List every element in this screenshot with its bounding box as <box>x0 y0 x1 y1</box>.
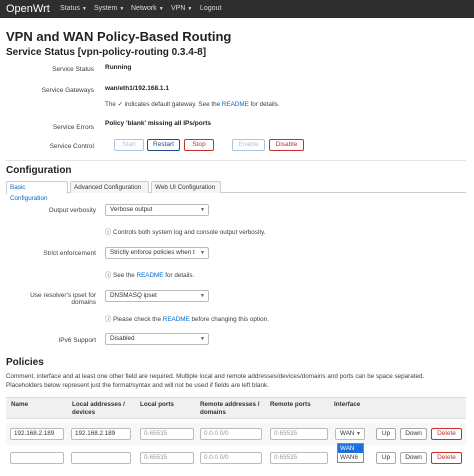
service-control-label: Service Control <box>49 143 94 150</box>
col-local-addresses: Local addresses / devices <box>72 401 125 416</box>
service-status-heading: Service Status [vpn-policy-routing 0.3.4… <box>6 47 207 58</box>
tab-web-ui-configuration[interactable]: Web UI Configuration <box>151 181 221 193</box>
strict-enforcement-label: Strict enforcement <box>43 250 96 257</box>
policy-name-input[interactable] <box>10 452 64 464</box>
chevron-down-icon: ▼ <box>200 293 205 299</box>
col-local-ports: Local ports <box>140 401 174 408</box>
col-interface: Interface <box>334 401 361 408</box>
remote-ports-input[interactable]: 0-65535 <box>270 452 328 464</box>
enable-button[interactable]: Enable <box>232 139 265 151</box>
local-ports-input[interactable]: 0-65535 <box>140 428 194 440</box>
start-button[interactable]: Start <box>114 139 144 151</box>
config-tabs: Basic Configuration Advanced Configurati… <box>6 181 466 202</box>
service-gateways-value: wan/eth1/192.168.1.1 <box>105 85 169 92</box>
gateways-note: The ✓ indicates default gateway. See the… <box>105 101 280 108</box>
chevron-down-icon: ▼ <box>81 6 87 12</box>
output-verbosity-select[interactable]: Verbose output ▼ <box>105 204 209 216</box>
ipv6-support-label: IPv6 Support <box>58 337 96 344</box>
chevron-down-icon: ▼ <box>200 336 205 342</box>
resolver-ipset-select[interactable]: DNSMASQ ipset ▼ <box>105 290 209 302</box>
dropdown-option-wan[interactable]: WAN <box>338 444 363 453</box>
service-errors-label: Service Errors <box>52 124 94 131</box>
service-gateways-label: Service Gateways <box>41 87 94 94</box>
interface-select[interactable]: WAN ▼ <box>335 428 365 440</box>
info-icon: ⓘ <box>105 229 114 236</box>
policies-description-1: Comment, interface and at least one othe… <box>6 373 425 380</box>
policies-heading: Policies <box>6 357 44 368</box>
up-button[interactable]: Up <box>376 452 396 464</box>
info-icon: ⓘ <box>105 316 114 323</box>
down-button[interactable]: Down <box>400 452 427 464</box>
top-nav-bar: OpenWrt Status ▼ System ▼ Network ▼ VPN ▼ Lo… <box>0 0 474 18</box>
local-ports-input[interactable]: 0-65535 <box>140 452 194 464</box>
service-errors-value: Policy 'blank' missing all IPs/ports <box>105 120 212 127</box>
chevron-down-icon: ▼ <box>119 6 125 12</box>
chevron-down-icon: ▼ <box>158 6 164 12</box>
local-addresses-input[interactable]: 192.168.2.189 <box>71 428 131 440</box>
page-title: VPN and WAN Policy-Based Routing <box>6 29 232 44</box>
policies-description-2: Placeholders below represent just the fo… <box>6 382 269 389</box>
configuration-heading: Configuration <box>6 165 72 176</box>
tab-basic-configuration[interactable]: Basic Configuration <box>6 181 68 202</box>
chevron-down-icon: ▼ <box>200 250 205 256</box>
col-name: Name <box>11 401 29 408</box>
restart-button[interactable]: Restart <box>147 139 180 151</box>
col-remote-ports: Remote ports <box>270 401 311 408</box>
chevron-down-icon: ▼ <box>187 6 193 12</box>
info-icon: ⓘ <box>105 272 114 279</box>
nav-vpn[interactable]: VPN ▼ <box>171 5 192 12</box>
readme-link[interactable]: README <box>137 272 164 279</box>
remote-addresses-input[interactable]: 0.0.0.0/0 <box>200 452 262 464</box>
chevron-down-icon: ▼ <box>200 207 205 213</box>
service-status-value: Running <box>105 64 132 71</box>
stop-button[interactable]: Stop <box>184 139 214 151</box>
service-status-label: Service Status <box>52 66 94 73</box>
verbosity-note: ⓘ Controls both system log and console o… <box>105 229 266 236</box>
disable-button[interactable]: Disable <box>269 139 304 151</box>
output-verbosity-label: Output verbosity <box>48 207 96 214</box>
local-addresses-input[interactable] <box>71 452 131 464</box>
delete-button[interactable]: Delete <box>431 452 462 464</box>
nav-network[interactable]: Network ▼ <box>131 5 164 12</box>
nav-system[interactable]: System ▼ <box>94 5 124 12</box>
readme-link[interactable]: README <box>222 101 249 108</box>
col-remote-addresses: Remote addresses / domains <box>200 401 260 416</box>
nav-logout[interactable]: Logout <box>200 5 221 12</box>
remote-ports-input[interactable]: 0-65535 <box>270 428 328 440</box>
readme-link[interactable]: README <box>163 316 190 323</box>
dropdown-option-wan6[interactable]: WAN6 <box>338 453 363 462</box>
nav-status[interactable]: Status ▼ <box>60 5 87 12</box>
remote-addresses-input[interactable]: 0.0.0.0/0 <box>200 428 262 440</box>
resolver-ipset-label: Use resolver's ipset for domains <box>30 292 96 306</box>
brand-logo[interactable]: OpenWrt <box>6 3 50 15</box>
strict-note: ⓘ See the README for details. <box>105 272 195 279</box>
tab-advanced-configuration[interactable]: Advanced Configuration <box>70 181 149 193</box>
ipv6-support-select[interactable]: Disabled ▼ <box>105 333 209 345</box>
delete-button[interactable]: Delete <box>431 428 462 440</box>
chevron-down-icon: ▼ <box>356 431 361 437</box>
divider <box>6 160 466 161</box>
ipset-note: ⓘ Please check the README before changin… <box>105 316 269 323</box>
down-button[interactable]: Down <box>400 428 427 440</box>
interface-dropdown-list: WAN WAN6 <box>337 443 364 463</box>
strict-enforcement-select[interactable]: Strictly enforce policies when t ▼ <box>105 247 209 259</box>
up-button[interactable]: Up <box>376 428 396 440</box>
policy-name-input[interactable]: 192.168.2.189 <box>10 428 64 440</box>
